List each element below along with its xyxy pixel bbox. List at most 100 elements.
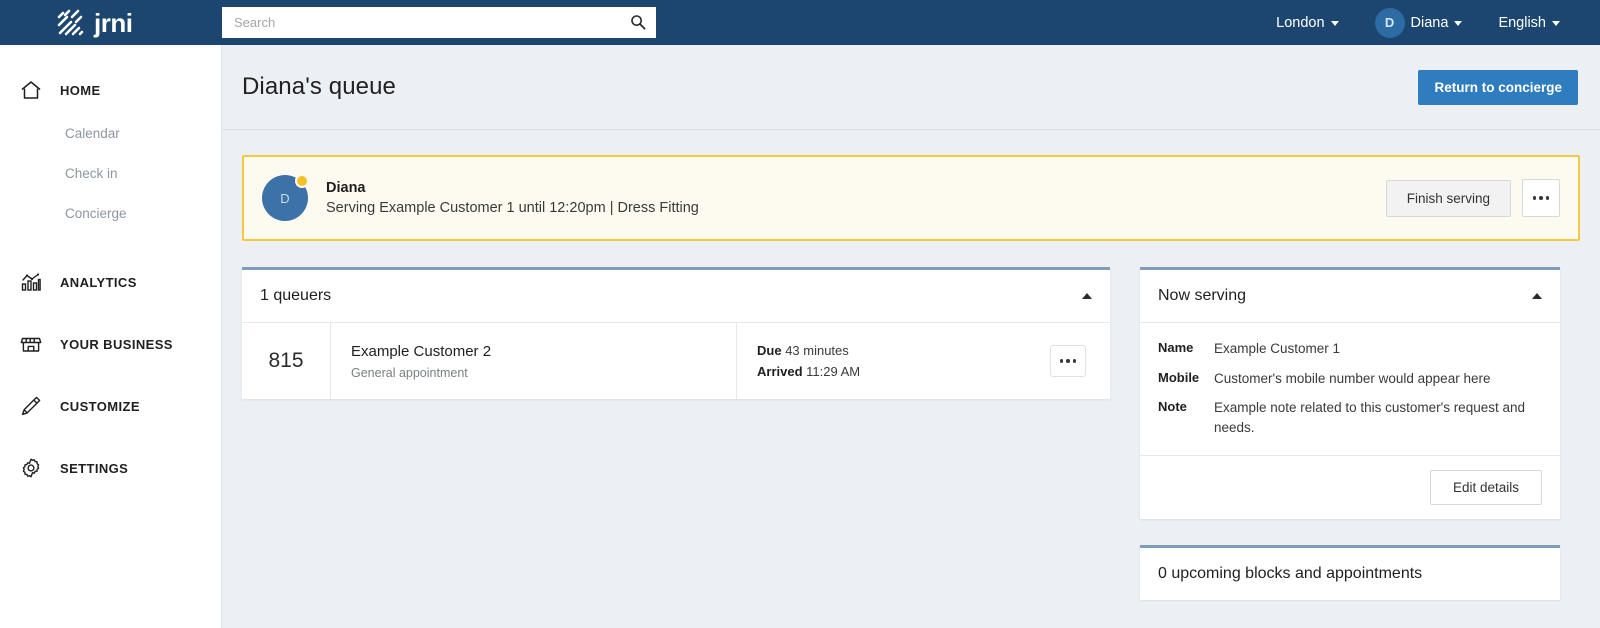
queue-due-line: Due 43 minutes bbox=[757, 343, 1006, 358]
queuers-card-title: 1 queuers bbox=[260, 287, 332, 304]
chevron-down-icon bbox=[1330, 21, 1339, 26]
sidebar-item-analytics[interactable]: ANALYTICS bbox=[0, 259, 221, 305]
detail-value: Example Customer 1 bbox=[1214, 341, 1341, 356]
queue-arrived-value: 11:29 AM bbox=[806, 364, 861, 379]
return-to-concierge-button[interactable]: Return to concierge bbox=[1418, 69, 1578, 105]
detail-label: Name bbox=[1158, 340, 1194, 355]
home-icon bbox=[18, 77, 44, 103]
user-name-label: Diana bbox=[1410, 14, 1449, 31]
serving-banner: D Diana Serving Example Customer 1 until… bbox=[242, 155, 1580, 241]
detail-row-mobile: Mobile Customer's mobile number would ap… bbox=[1158, 369, 1542, 389]
brand-name: jrni bbox=[94, 7, 133, 38]
main-content: Diana's queue Return to concierge D Dian… bbox=[222, 45, 1600, 628]
analytics-icon bbox=[18, 269, 44, 295]
brand-logo[interactable]: jrni bbox=[0, 0, 222, 45]
upcoming-card-header[interactable]: 0 upcoming blocks and appointments bbox=[1140, 548, 1560, 600]
queuers-card: 1 queuers 815 Example Customer 2 General… bbox=[242, 267, 1110, 399]
jrni-logo-icon bbox=[57, 9, 84, 35]
sidebar-item-settings[interactable]: SETTINGS bbox=[0, 445, 221, 491]
app-root: jrni London D Diana English bbox=[0, 0, 1600, 628]
language-label: English bbox=[1498, 14, 1546, 31]
gear-icon bbox=[18, 455, 44, 481]
caret-up-icon[interactable] bbox=[1082, 293, 1092, 299]
now-serving-details: Name Example Customer 1 Mobile Customer'… bbox=[1140, 322, 1560, 455]
ellipsis-icon bbox=[1539, 196, 1543, 200]
queue-due-label: Due bbox=[757, 343, 782, 358]
queue-customer-name: Example Customer 2 bbox=[351, 342, 492, 360]
search-container bbox=[222, 7, 656, 38]
queue-due-value: 43 minutes bbox=[785, 343, 849, 358]
now-serving-card-header[interactable]: Now serving bbox=[1140, 270, 1560, 322]
ellipsis-icon bbox=[1066, 359, 1070, 363]
now-serving-card-footer: Edit details bbox=[1140, 455, 1560, 519]
sidebar-subitem-label: Concierge bbox=[65, 205, 127, 221]
sidebar-item-customize[interactable]: CUSTOMIZE bbox=[0, 383, 221, 429]
sidebar-item-check-in[interactable]: Check in bbox=[0, 153, 221, 193]
sidebar-divider-space bbox=[0, 429, 221, 445]
content-area: D Diana Serving Example Customer 1 until… bbox=[222, 130, 1600, 601]
finish-serving-button[interactable]: Finish serving bbox=[1385, 179, 1511, 217]
sidebar-item-label: CUSTOMIZE bbox=[60, 398, 140, 414]
sidebar-item-label: SETTINGS bbox=[60, 460, 129, 476]
sidebar-item-your-business[interactable]: YOUR BUSINESS bbox=[0, 321, 221, 367]
sidebar-divider-space bbox=[0, 305, 221, 321]
sidebar-item-label: YOUR BUSINESS bbox=[60, 336, 173, 352]
queue-row-actions bbox=[1026, 323, 1110, 399]
avatar: D bbox=[1374, 7, 1405, 38]
language-selector[interactable]: English bbox=[1480, 0, 1578, 45]
location-selector[interactable]: London bbox=[1258, 0, 1356, 45]
top-navigation-bar: jrni London D Diana English bbox=[0, 0, 1600, 45]
now-serving-card: Now serving Name Example Customer 1 Mobi… bbox=[1140, 267, 1560, 520]
sidebar-item-label: ANALYTICS bbox=[60, 274, 137, 290]
page-header: Diana's queue Return to concierge bbox=[222, 45, 1600, 130]
page-title: Diana's queue bbox=[242, 73, 396, 100]
store-icon bbox=[18, 331, 44, 357]
left-column: 1 queuers 815 Example Customer 2 General… bbox=[242, 267, 1110, 399]
queue-timing-info: Due 43 minutes Arrived 11:29 AM bbox=[736, 323, 1026, 399]
columns-wrapper: 1 queuers 815 Example Customer 2 General… bbox=[242, 267, 1580, 601]
sidebar-item-home[interactable]: HOME bbox=[0, 67, 221, 113]
upcoming-card: 0 upcoming blocks and appointments bbox=[1140, 545, 1560, 601]
detail-label: Note bbox=[1158, 399, 1187, 415]
queue-row-more-options-button[interactable] bbox=[1050, 345, 1086, 377]
banner-more-options-button[interactable] bbox=[1522, 179, 1560, 217]
serving-staff-name: Diana bbox=[326, 180, 366, 196]
sidebar-item-label: HOME bbox=[60, 82, 101, 98]
card-spacer bbox=[1140, 519, 1560, 545]
sidebar-subitem-label: Check in bbox=[65, 165, 118, 181]
now-serving-card-title: Now serving bbox=[1158, 287, 1247, 304]
detail-row-name: Name Example Customer 1 bbox=[1158, 339, 1542, 359]
queue-number: 815 bbox=[268, 349, 304, 372]
ellipsis-icon bbox=[1532, 196, 1537, 200]
chevron-down-icon bbox=[1552, 21, 1560, 26]
detail-label: Mobile bbox=[1158, 369, 1200, 385]
banner-actions: Finish serving bbox=[1385, 179, 1560, 217]
serving-text-group: Diana Serving Example Customer 1 until 1… bbox=[326, 180, 699, 216]
sidebar-divider-space bbox=[0, 233, 221, 259]
chevron-down-icon bbox=[1454, 21, 1463, 26]
queue-arrived-line: Arrived 11:29 AM bbox=[757, 364, 1006, 379]
detail-value: Customer's mobile number would appear he… bbox=[1214, 370, 1491, 386]
topbar-right-group: London D Diana English bbox=[1258, 0, 1600, 45]
location-label: London bbox=[1276, 14, 1325, 31]
sidebar-divider-space bbox=[0, 367, 221, 383]
sidebar: HOME Calendar Check in Concierge ANALYTI… bbox=[0, 45, 222, 628]
detail-value: Example note related to this customer's … bbox=[1214, 400, 1525, 435]
upcoming-card-title: 0 upcoming blocks and appointments bbox=[1158, 565, 1423, 583]
sidebar-item-concierge[interactable]: Concierge bbox=[0, 193, 221, 233]
detail-row-note: Note Example note related to this custom… bbox=[1158, 398, 1542, 437]
status-badge bbox=[295, 174, 309, 188]
sidebar-item-calendar[interactable]: Calendar bbox=[0, 113, 221, 153]
table-row[interactable]: 815 Example Customer 2 General appointme… bbox=[242, 322, 1110, 399]
ellipsis-icon bbox=[1545, 196, 1550, 200]
caret-up-icon[interactable] bbox=[1532, 293, 1542, 299]
sidebar-group-home: HOME Calendar Check in Concierge bbox=[0, 67, 221, 233]
user-menu[interactable]: D Diana bbox=[1357, 0, 1481, 45]
search-input[interactable] bbox=[222, 7, 656, 38]
queuers-card-header[interactable]: 1 queuers bbox=[242, 270, 1110, 322]
pencil-icon bbox=[18, 393, 44, 419]
queue-appointment-type: General appointment bbox=[351, 365, 468, 380]
queue-customer-info: Example Customer 2 General appointment bbox=[330, 323, 736, 399]
ellipsis-icon bbox=[1059, 359, 1064, 363]
edit-details-button[interactable]: Edit details bbox=[1429, 470, 1542, 506]
